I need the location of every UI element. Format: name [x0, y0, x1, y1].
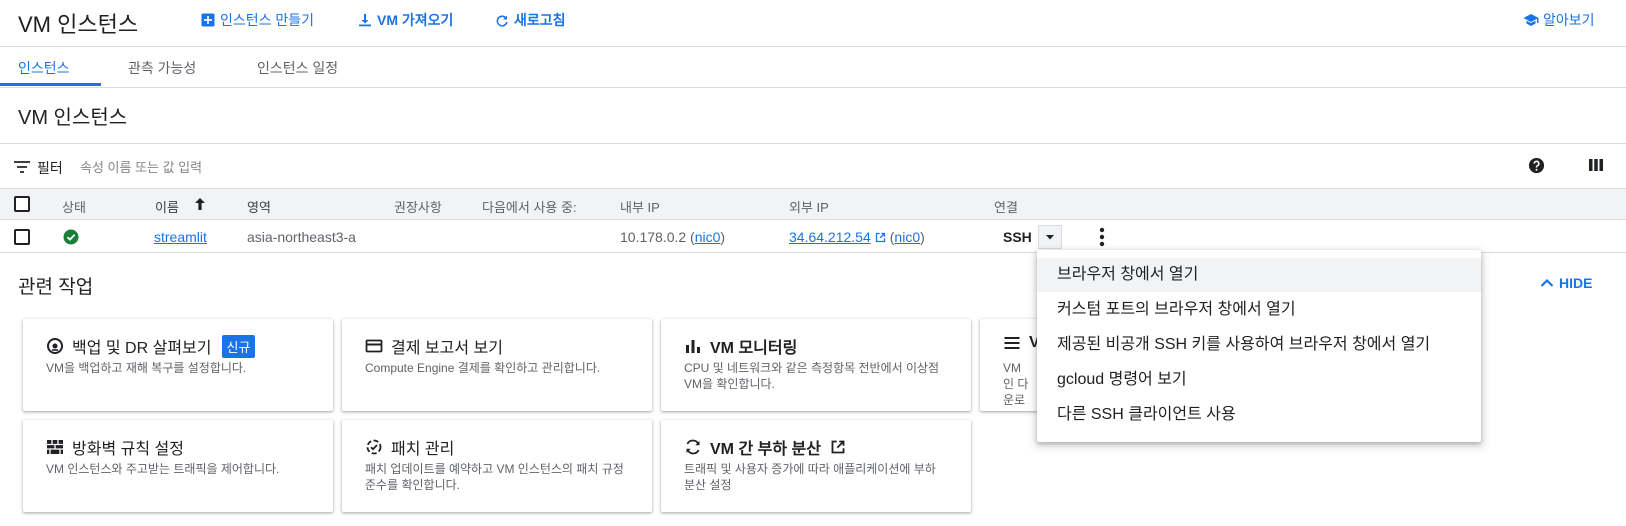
import-vm-label: VM 가져오기 — [377, 12, 454, 28]
section-title: VM 인스턴스 — [18, 107, 128, 129]
select-all-checkbox[interactable] — [14, 196, 30, 212]
ssh-options-menu: 브라우저 창에서 열기 커스텀 포트의 브라우저 창에서 열기 제공된 비공개 … — [1037, 250, 1481, 442]
row-checkbox[interactable] — [14, 229, 30, 245]
card-description: VM 인스턴스와 주고받는 트래픽을 제어합니다. — [46, 462, 280, 476]
refresh-icon — [494, 12, 510, 28]
menu-item-open-private-key[interactable]: 제공된 비공개 SSH 키를 사용하여 브라우저 창에서 열기 — [1037, 328, 1481, 362]
card-title-text: VM 간 부하 분산 — [710, 441, 821, 458]
bar-chart-icon — [684, 337, 702, 355]
internal-nic-link[interactable]: nic0 — [695, 229, 721, 245]
firewall-icon — [46, 438, 64, 456]
patch-icon — [365, 438, 383, 456]
load-balance-icon — [684, 438, 702, 456]
create-instance-label: 인스턴스 만들기 — [220, 12, 315, 28]
hide-label: HIDE — [1559, 275, 1593, 291]
card-description: Compute Engine 결제를 확인하고 관리합니다. — [365, 361, 601, 375]
tab-instance-schedule[interactable]: 인스턴스 일정 — [257, 58, 338, 78]
card-title: 패치 관리 — [365, 435, 454, 459]
tab-bar: 인스턴스 관측 가능성 인스턴스 일정 — [0, 47, 1626, 88]
hide-related-button[interactable]: HIDE — [1539, 275, 1592, 291]
header-external-ip: 외부 IP — [789, 200, 829, 215]
header-in-use-by: 다음에서 사용 중: — [482, 200, 577, 215]
external-nic-link[interactable]: nic0 — [894, 229, 920, 245]
chevron-up-icon — [1539, 275, 1555, 291]
learn-button[interactable]: 알아보기 — [1523, 10, 1595, 30]
sort-ascending-icon[interactable] — [192, 196, 208, 212]
menu-item-open-browser[interactable]: 브라우저 창에서 열기 — [1037, 258, 1481, 292]
internal-ip-cell: 10.178.0.2 (nic0) — [620, 229, 726, 245]
header-status[interactable]: 상태 — [62, 197, 86, 216]
download-icon — [357, 12, 373, 28]
card-title: VM 간 부하 분산 — [684, 435, 847, 459]
backup-icon — [46, 337, 64, 355]
card-description: 트래픽 및 사용자 증가에 따라 애플리케이션에 부하 분산 설정 — [684, 462, 936, 492]
tab-observability[interactable]: 관측 가능성 — [128, 58, 196, 78]
active-tab-indicator — [0, 83, 101, 86]
new-badge: 신규 — [221, 334, 256, 358]
ssh-dropdown-button[interactable] — [1038, 225, 1062, 249]
caret-down-icon — [1045, 232, 1055, 242]
ssh-button[interactable]: SSH — [1003, 229, 1032, 245]
import-vm-button[interactable]: VM 가져오기 — [357, 10, 453, 30]
related-actions-title: 관련 작업 — [18, 277, 94, 298]
menu-item-other-ssh-client[interactable]: 다른 SSH 클라이언트 사용 — [1037, 398, 1481, 432]
school-icon — [1523, 12, 1539, 28]
refresh-label: 새로고침 — [514, 12, 566, 28]
billing-card-icon — [365, 337, 383, 355]
header-zone[interactable]: 영역 — [247, 197, 271, 216]
learn-label: 알아보기 — [1543, 12, 1595, 28]
page-title: VM 인스턴스 — [18, 12, 139, 37]
open-in-new-icon[interactable] — [874, 231, 887, 244]
card-vm-monitoring[interactable]: VM 모니터링 CPU 및 네트워크와 같은 측정항목 전반에서 이상점 VM을… — [661, 319, 971, 411]
card-patch-management[interactable]: 패치 관리 패치 업데이트를 예약하고 VM 인스턴스의 패치 규정 준수를 확… — [342, 420, 652, 512]
more-vert-icon[interactable] — [1099, 227, 1105, 247]
card-description: VM을 백업하고 재해 복구를 설정합니다. — [46, 361, 247, 375]
card-title: VM 모니터링 — [684, 334, 797, 358]
external-ip-link[interactable]: 34.64.212.54 — [789, 229, 871, 245]
card-title: 방화벽 규칙 설정 — [46, 435, 184, 459]
add-box-icon — [200, 12, 216, 28]
external-ip-cell: 34.64.212.54 (nic0) — [789, 229, 925, 245]
card-title-text: 결제 보고서 보기 — [391, 340, 503, 357]
card-description: CPU 및 네트워크와 같은 측정항목 전반에서 이상점 VM을 확인합니다. — [684, 361, 940, 391]
table-row: streamlit asia-northeast3-a 10.178.0.2 (… — [0, 221, 1626, 253]
card-title-text: 백업 및 DR 살펴보기 — [72, 340, 212, 357]
card-backup-dr[interactable]: 백업 및 DR 살펴보기 신규 VM을 백업하고 재해 복구를 설정합니다. — [23, 319, 333, 411]
card-title: 백업 및 DR 살펴보기 신규 — [46, 334, 256, 358]
filter-label: 필터 — [37, 160, 63, 176]
top-header: VM 인스턴스 인스턴스 만들기 VM 가져오기 새로고침 알아보기 — [0, 0, 1626, 47]
status-ok-icon — [63, 229, 79, 245]
card-title-text: 패치 관리 — [391, 441, 455, 458]
card-description: 패치 업데이트를 예약하고 VM 인스턴스의 패치 규정 준수를 확인합니다. — [365, 462, 624, 492]
open-in-new-icon — [829, 438, 847, 456]
column-display-icon[interactable] — [1588, 157, 1604, 173]
header-name[interactable]: 이름 — [155, 197, 179, 216]
header-internal-ip: 내부 IP — [620, 200, 660, 215]
card-title-text: VM 모니터링 — [710, 340, 798, 357]
card-billing-report[interactable]: 결제 보고서 보기 Compute Engine 결제를 확인하고 관리합니다. — [342, 319, 652, 411]
header-recommendation: 권장사항 — [394, 200, 442, 215]
card-firewall-rules[interactable]: 방화벽 규칙 설정 VM 인스턴스와 주고받는 트래픽을 제어합니다. — [23, 420, 333, 512]
filter-input[interactable] — [80, 156, 460, 178]
card-title-text: 방화벽 규칙 설정 — [72, 441, 184, 458]
card-title: 결제 보고서 보기 — [365, 334, 503, 358]
internal-ip: 10.178.0.2 — [620, 229, 687, 245]
menu-item-gcloud-command[interactable]: gcloud 명령어 보기 — [1037, 363, 1481, 397]
instance-zone: asia-northeast3-a — [247, 229, 356, 245]
card-description: VM 인 다운로 — [1003, 361, 1029, 407]
card-title: V — [1003, 334, 1040, 352]
table-header: 상태 이름 영역 권장사항 다음에서 사용 중: 내부 IP 외부 IP 연결 — [0, 188, 1626, 220]
list-icon — [1003, 334, 1021, 352]
tab-instances[interactable]: 인스턴스 — [18, 58, 70, 78]
card-load-balancing[interactable]: VM 간 부하 분산 트래픽 및 사용자 증가에 따라 애플리케이션에 부하 분… — [661, 420, 971, 512]
filter-bar: 필터 — [0, 144, 1626, 188]
menu-item-open-custom-port[interactable]: 커스텀 포트의 브라우저 창에서 열기 — [1037, 293, 1481, 327]
create-instance-button[interactable]: 인스턴스 만들기 — [200, 10, 314, 30]
refresh-button[interactable]: 새로고침 — [494, 10, 566, 30]
help-icon[interactable] — [1528, 157, 1545, 174]
header-connect: 연결 — [994, 200, 1018, 215]
instance-name-link[interactable]: streamlit — [154, 229, 207, 245]
filter-icon[interactable] — [13, 158, 31, 176]
